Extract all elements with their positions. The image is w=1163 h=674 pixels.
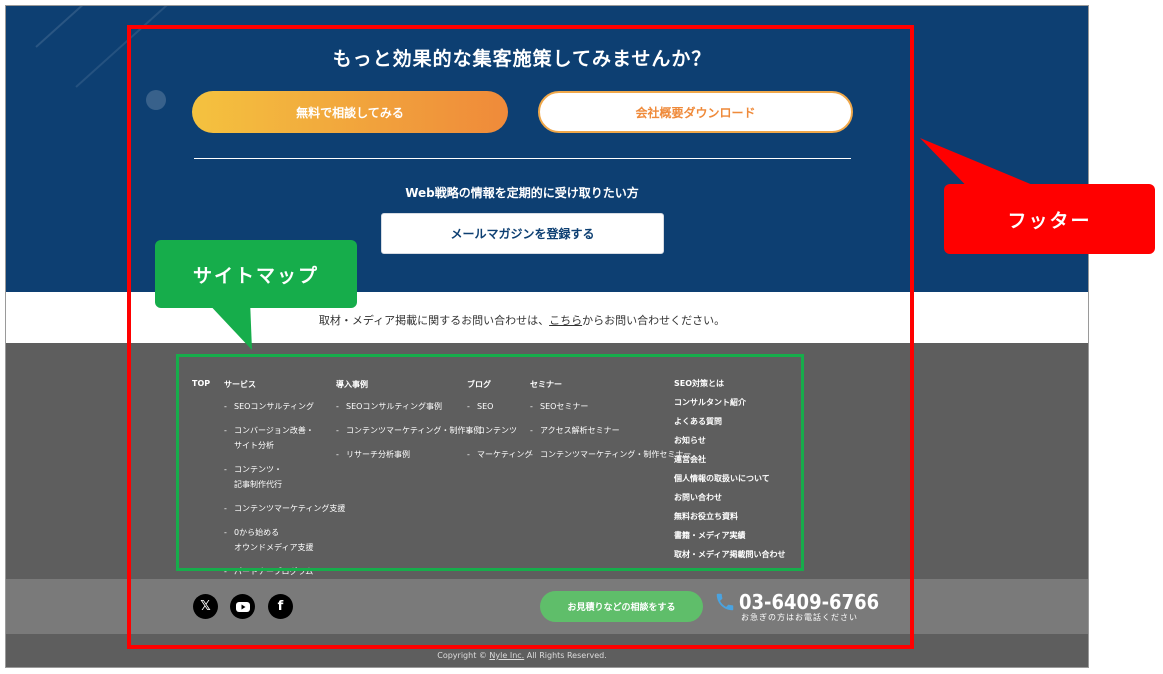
- sitemap-col-top: TOP: [192, 379, 210, 397]
- free-consult-button[interactable]: 無料で相談してみる: [192, 91, 508, 133]
- sitemap-col-misc: SEO対策とは コンサルタント紹介 よくある質問 お知らせ 運営会社 個人情報の…: [674, 379, 785, 569]
- sitemap-head-blog[interactable]: ブログ: [467, 379, 532, 390]
- link-label: コンテンツ・: [234, 465, 282, 474]
- link-label: パートナープログラム: [234, 567, 314, 576]
- copyright-prefix: Copyright ©: [437, 651, 490, 660]
- sitemap-link[interactable]: お知らせ: [674, 436, 785, 446]
- cta-title: もっと効果的な集客施策してみませんか？: [332, 48, 712, 70]
- sitemap-link[interactable]: SEOコンサルティング: [224, 399, 345, 414]
- sitemap-link[interactable]: SEOセミナー: [530, 399, 691, 414]
- sitemap-col-seminar: セミナー SEOセミナー アクセス解析セミナー コンテンツマーケティング・制作セ…: [530, 379, 691, 471]
- sitemap-callout: サイトマップ: [155, 240, 357, 308]
- divider: [194, 158, 851, 159]
- sitemap-link[interactable]: 取材・メディア掲載問い合わせ: [674, 550, 785, 560]
- phone-icon: [716, 593, 734, 611]
- sitemap-col-services: サービス SEOコンサルティング コンバージョン改善・サイト分析 コンテンツ・記…: [224, 379, 345, 588]
- sitemap-link[interactable]: 個人情報の取扱いについて: [674, 474, 785, 484]
- sitemap-link[interactable]: コンテンツ: [467, 423, 532, 438]
- sitemap-link[interactable]: SEO: [467, 399, 532, 414]
- youtube-icon[interactable]: [230, 594, 255, 619]
- copyright-suffix: All Rights Reserved.: [524, 651, 607, 660]
- newsletter-signup-button[interactable]: メールマガジンを登録する: [381, 213, 664, 254]
- link-label: コンテンツマーケティング支援: [234, 504, 346, 513]
- phone-note: お急ぎの方はお電話ください: [741, 613, 858, 622]
- youtube-play-icon: [235, 601, 250, 612]
- sitemap-link[interactable]: コンテンツマーケティング・制作セミナー: [530, 447, 691, 462]
- decorative-dot: [146, 90, 166, 110]
- sitemap-link[interactable]: コンテンツマーケティング・制作事例: [336, 423, 481, 438]
- facebook-icon[interactable]: f: [268, 594, 293, 619]
- screenshot-frame: もっと効果的な集客施策してみませんか？ 無料で相談してみる 会社概要ダウンロード…: [5, 5, 1089, 668]
- sitemap-link[interactable]: よくある質問: [674, 417, 785, 427]
- link-label: コンバージョン改善・: [234, 426, 314, 435]
- footer-callout: フッター: [944, 184, 1155, 254]
- sitemap-col-cases: 導入事例 SEOコンサルティング事例 コンテンツマーケティング・制作事例 リサー…: [336, 379, 481, 471]
- sitemap-link[interactable]: 0から始めるオウンドメディア支援: [224, 525, 345, 555]
- estimate-consult-button[interactable]: お見積りなどの相談をする: [540, 591, 703, 622]
- link-label: 記事制作代行: [234, 480, 282, 489]
- press-text-before: 取材・メディア掲載に関するお問い合わせは、: [318, 314, 550, 327]
- sitemap-link[interactable]: 書籍・メディア実績: [674, 531, 785, 541]
- sitemap-link[interactable]: コンバージョン改善・サイト分析: [224, 423, 345, 453]
- sitemap-link[interactable]: アクセス解析セミナー: [530, 423, 691, 438]
- sitemap-link[interactable]: リサーチ分析事例: [336, 447, 481, 462]
- sitemap-link[interactable]: コンテンツマーケティング支援: [224, 501, 345, 516]
- sitemap-link[interactable]: SEO対策とは: [674, 379, 785, 389]
- press-inquiry-text: 取材・メディア掲載に関するお問い合わせは、こちらからお問い合わせください。: [6, 312, 1038, 328]
- sitemap-head-cases[interactable]: 導入事例: [336, 379, 481, 390]
- sitemap-link[interactable]: お問い合わせ: [674, 493, 785, 503]
- link-label: SEOコンサルティング: [234, 402, 314, 411]
- link-label: オウンドメディア支援: [234, 543, 314, 552]
- press-text-after: からお問い合わせください。: [582, 314, 726, 327]
- sitemap-link[interactable]: コンサルタント紹介: [674, 398, 785, 408]
- sitemap-link[interactable]: 無料お役立ち資料: [674, 512, 785, 522]
- press-inquiry-link[interactable]: こちら: [549, 314, 582, 327]
- sitemap-link[interactable]: パートナープログラム: [224, 564, 345, 579]
- sitemap-link[interactable]: コンテンツ・記事制作代行: [224, 462, 345, 492]
- company-link[interactable]: Nyle Inc.: [489, 651, 524, 660]
- sitemap-link[interactable]: 運営会社: [674, 455, 785, 465]
- x-icon[interactable]: 𝕏: [193, 594, 218, 619]
- sitemap-link-top[interactable]: TOP: [192, 379, 210, 388]
- link-label: サイト分析: [234, 441, 274, 450]
- company-profile-download-button[interactable]: 会社概要ダウンロード: [538, 91, 853, 133]
- newsletter-heading: Web戦略の情報を定期的に受け取りたい方: [405, 186, 639, 200]
- copyright-text: Copyright © Nyle Inc. All Rights Reserve…: [6, 651, 1038, 660]
- sitemap-link[interactable]: SEOコンサルティング事例: [336, 399, 481, 414]
- sitemap-head-services[interactable]: サービス: [224, 379, 345, 390]
- phone-number[interactable]: 03-6409-6766: [739, 590, 879, 614]
- sitemap-col-blog: ブログ SEO コンテンツ マーケティング: [467, 379, 532, 471]
- sitemap-link[interactable]: マーケティング: [467, 447, 532, 462]
- sitemap-head-seminar[interactable]: セミナー: [530, 379, 691, 390]
- link-label: 0から始める: [234, 528, 280, 537]
